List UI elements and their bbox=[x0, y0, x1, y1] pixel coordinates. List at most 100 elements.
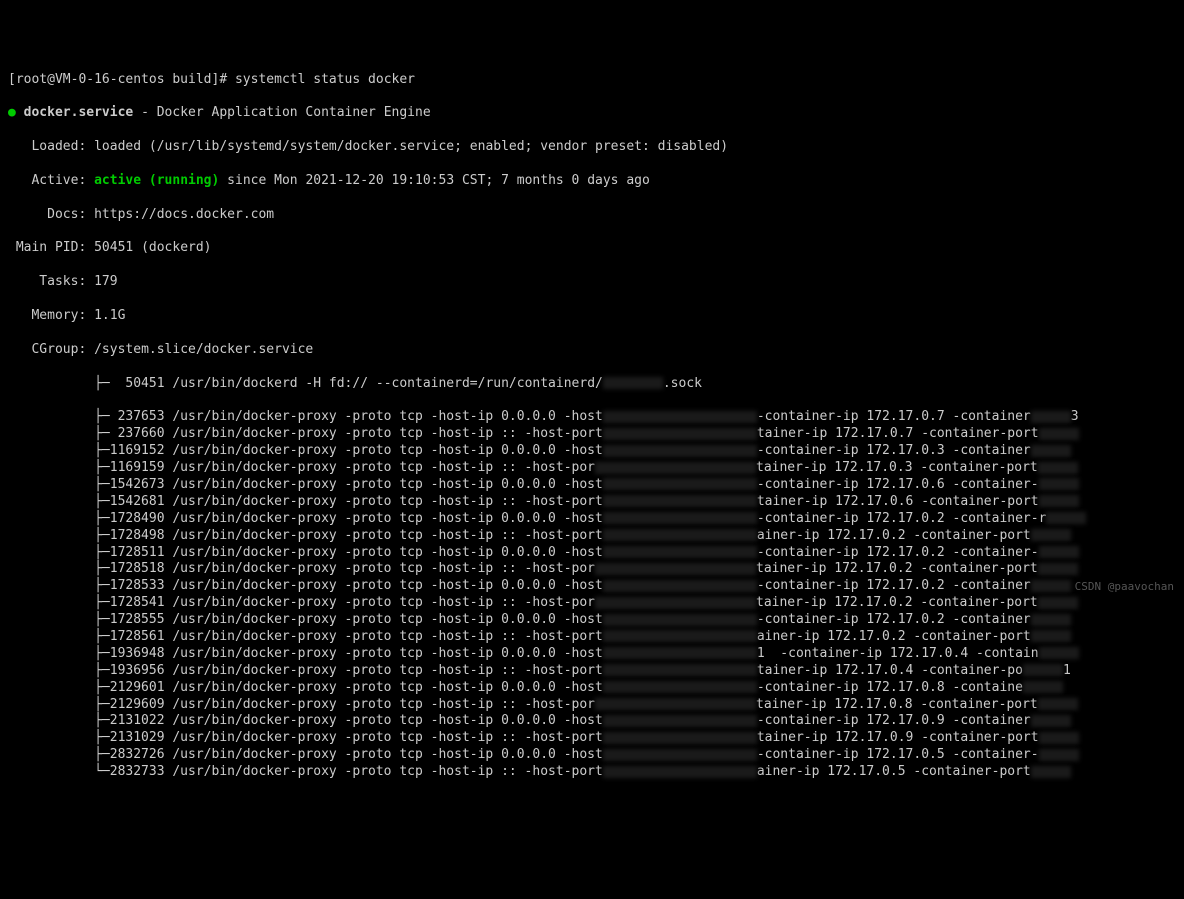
tree-row-mid: tainer-ip 172.17.0.4 -container-po bbox=[757, 663, 1023, 678]
redacted-icon bbox=[1038, 597, 1078, 609]
tree-row-text: ├─1728555 /usr/bin/docker-proxy -proto t… bbox=[8, 612, 603, 627]
loaded-value: loaded (/usr/lib/systemd/system/docker.s… bbox=[94, 139, 728, 154]
active-since: since Mon 2021-12-20 19:10:53 CST; 7 mon… bbox=[227, 173, 650, 188]
tree-row-text: ├─1169152 /usr/bin/docker-proxy -proto t… bbox=[8, 443, 603, 458]
tree-row-text: ├─2131029 /usr/bin/docker-proxy -proto t… bbox=[8, 730, 603, 745]
redacted-icon bbox=[1039, 546, 1079, 558]
loaded-line: Loaded: loaded (/usr/lib/systemd/system/… bbox=[8, 139, 1176, 156]
redacted-icon bbox=[603, 681, 757, 693]
redacted-icon bbox=[1039, 478, 1079, 490]
tree-row-mid: tainer-ip 172.17.0.8 -container-port bbox=[756, 697, 1038, 712]
tree-glyph: ├─ 50451 bbox=[8, 376, 172, 391]
tree-row-text: ├─1728518 /usr/bin/docker-proxy -proto t… bbox=[8, 561, 595, 576]
redacted-icon bbox=[1031, 630, 1071, 642]
redacted-icon bbox=[1039, 732, 1079, 744]
tree-row: ├─1936956 /usr/bin/docker-proxy -proto t… bbox=[8, 663, 1176, 680]
tree-row: ├─1728555 /usr/bin/docker-proxy -proto t… bbox=[8, 612, 1176, 629]
command-text: systemctl status docker bbox=[235, 72, 415, 87]
tree-row-mid: ainer-ip 172.17.0.2 -container-port bbox=[757, 528, 1031, 543]
tree-row: ├─1728533 /usr/bin/docker-proxy -proto t… bbox=[8, 578, 1176, 595]
redacted-icon bbox=[595, 563, 756, 575]
tree-row-text: ├─1728541 /usr/bin/docker-proxy -proto t… bbox=[8, 595, 595, 610]
redacted-icon bbox=[1031, 529, 1071, 541]
redacted-icon bbox=[1031, 445, 1071, 457]
tree-tail: .sock bbox=[663, 376, 702, 391]
tree-cmd: /usr/bin/dockerd -H fd:// --containerd=/… bbox=[172, 376, 602, 391]
tree-row-mid: tainer-ip 172.17.0.3 -container-port bbox=[756, 460, 1038, 475]
redacted-icon bbox=[1023, 664, 1063, 676]
redacted-icon bbox=[603, 529, 757, 541]
tree-row: ├─1728518 /usr/bin/docker-proxy -proto t… bbox=[8, 561, 1176, 578]
tree-row-mid: tainer-ip 172.17.0.2 -container-port bbox=[756, 595, 1038, 610]
tree-row-text: ├─2129601 /usr/bin/docker-proxy -proto t… bbox=[8, 680, 603, 695]
prompt-line: [root@VM-0-16-centos build]# systemctl s… bbox=[8, 72, 1176, 89]
cgroup-tree-first: ├─ 50451 /usr/bin/dockerd -H fd:// --con… bbox=[8, 376, 1176, 393]
redacted-icon bbox=[595, 698, 756, 710]
redacted-icon bbox=[1039, 749, 1079, 761]
tree-row-mid: -container-ip 172.17.0.2 -container bbox=[757, 612, 1031, 627]
tree-row: ├─2129609 /usr/bin/docker-proxy -proto t… bbox=[8, 697, 1176, 714]
redacted-icon bbox=[1039, 495, 1079, 507]
tree-row-end: 3 bbox=[1071, 409, 1079, 424]
tree-row-mid: tainer-ip 172.17.0.9 -container-port bbox=[757, 730, 1039, 745]
tree-row-mid: -container-ip 172.17.0.2 -container- bbox=[757, 545, 1039, 560]
redacted-icon bbox=[603, 664, 757, 676]
tree-row-text: ├─2131022 /usr/bin/docker-proxy -proto t… bbox=[8, 713, 603, 728]
redacted-icon bbox=[1031, 715, 1071, 727]
tree-row: ├─1542681 /usr/bin/docker-proxy -proto t… bbox=[8, 494, 1176, 511]
tree-row-text: ├─1728490 /usr/bin/docker-proxy -proto t… bbox=[8, 511, 603, 526]
redacted-icon bbox=[1038, 698, 1078, 710]
redacted-icon bbox=[603, 495, 757, 507]
cgroup-line: CGroup: /system.slice/docker.service bbox=[8, 342, 1176, 359]
redacted-icon bbox=[595, 597, 756, 609]
memory-value: 1.1G bbox=[94, 308, 125, 323]
tree-row: ├─1169152 /usr/bin/docker-proxy -proto t… bbox=[8, 443, 1176, 460]
tree-row: ├─2131029 /usr/bin/docker-proxy -proto t… bbox=[8, 730, 1176, 747]
tasks-label: Tasks: bbox=[8, 274, 86, 289]
tree-row-mid: -container-ip 172.17.0.8 -containe bbox=[757, 680, 1023, 695]
redacted-icon bbox=[1031, 614, 1071, 626]
tasks-line: Tasks: 179 bbox=[8, 274, 1176, 291]
docs-label: Docs: bbox=[8, 207, 86, 222]
tree-row-text: ├─1936956 /usr/bin/docker-proxy -proto t… bbox=[8, 663, 603, 678]
tree-row-text: ├─1728498 /usr/bin/docker-proxy -proto t… bbox=[8, 528, 603, 543]
redacted-icon bbox=[1046, 512, 1086, 524]
redacted-icon bbox=[603, 445, 757, 457]
active-state: active (running) bbox=[94, 173, 219, 188]
tree-row-mid: -container-ip 172.17.0.7 -container bbox=[757, 409, 1031, 424]
redacted-icon bbox=[603, 749, 757, 761]
tree-row: ├─1728541 /usr/bin/docker-proxy -proto t… bbox=[8, 595, 1176, 612]
redacted-icon bbox=[603, 766, 757, 778]
tree-row-mid: -container-ip 172.17.0.9 -container bbox=[757, 713, 1031, 728]
tree-row: ├─1169159 /usr/bin/docker-proxy -proto t… bbox=[8, 460, 1176, 477]
prompt: [root@VM-0-16-centos build]# bbox=[8, 72, 227, 87]
redacted-icon bbox=[603, 478, 757, 490]
tree-row-mid: ainer-ip 172.17.0.5 -container-port bbox=[757, 764, 1031, 779]
service-name: docker.service bbox=[24, 105, 134, 120]
tree-row-text: ├─1728561 /usr/bin/docker-proxy -proto t… bbox=[8, 629, 603, 644]
redacted-icon bbox=[1031, 580, 1071, 592]
tree-row-text: ├─2129609 /usr/bin/docker-proxy -proto t… bbox=[8, 697, 595, 712]
tree-row-text: ├─ 237660 /usr/bin/docker-proxy -proto t… bbox=[8, 426, 603, 441]
tree-row: ├─1542673 /usr/bin/docker-proxy -proto t… bbox=[8, 477, 1176, 494]
tree-row: └─2832733 /usr/bin/docker-proxy -proto t… bbox=[8, 764, 1176, 781]
cgroup-label: CGroup: bbox=[8, 342, 86, 357]
redacted-icon bbox=[1031, 411, 1071, 423]
tasks-value: 179 bbox=[94, 274, 117, 289]
active-label: Active: bbox=[8, 173, 86, 188]
tree-row: ├─1936948 /usr/bin/docker-proxy -proto t… bbox=[8, 646, 1176, 663]
tree-row-text: ├─1542673 /usr/bin/docker-proxy -proto t… bbox=[8, 477, 603, 492]
tree-row-text: ├─1169159 /usr/bin/docker-proxy -proto t… bbox=[8, 460, 595, 475]
redacted-icon bbox=[603, 614, 757, 626]
redacted-icon bbox=[603, 732, 757, 744]
active-line: Active: active (running) since Mon 2021-… bbox=[8, 173, 1176, 190]
tree-row-end: 1 bbox=[1063, 663, 1071, 678]
tree-row-text: ├─1542681 /usr/bin/docker-proxy -proto t… bbox=[8, 494, 603, 509]
tree-row: ├─2832726 /usr/bin/docker-proxy -proto t… bbox=[8, 747, 1176, 764]
redacted-icon bbox=[603, 411, 757, 423]
mainpid-label: Main PID: bbox=[8, 240, 86, 255]
redacted-icon bbox=[603, 630, 757, 642]
tree-row-text: ├─ 237653 /usr/bin/docker-proxy -proto t… bbox=[8, 409, 603, 424]
tree-row: ├─ 237653 /usr/bin/docker-proxy -proto t… bbox=[8, 409, 1176, 426]
redacted-icon bbox=[1038, 563, 1078, 575]
